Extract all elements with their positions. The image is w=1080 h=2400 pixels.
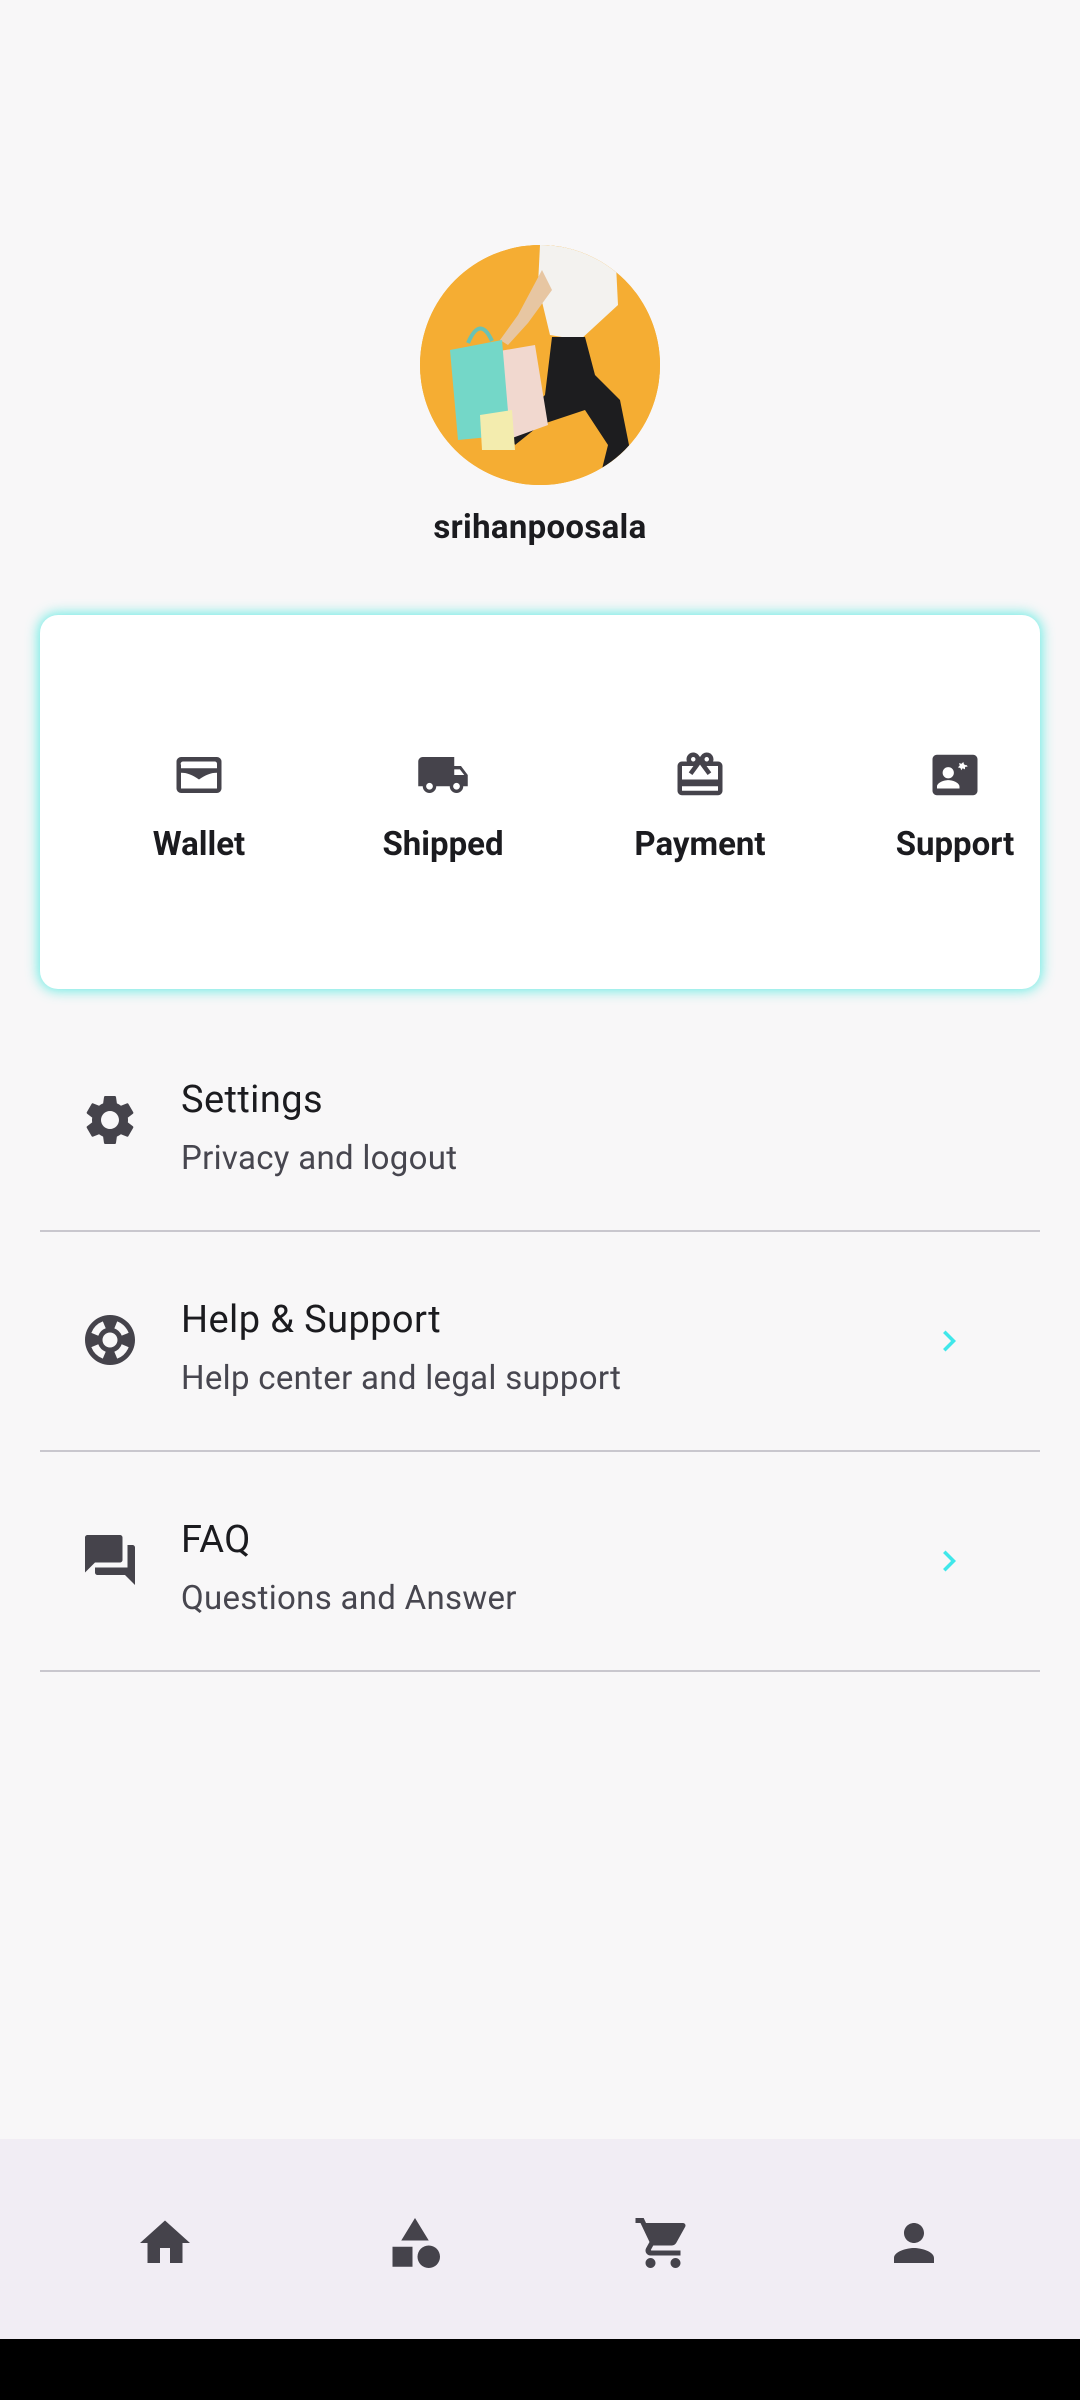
payment-action[interactable]: Payment [585,745,815,864]
menu-subtitle: Help center and legal support [181,1359,622,1398]
nav-home[interactable] [135,2213,195,2273]
support-action[interactable]: Support [840,745,1070,864]
menu-item-help-support[interactable]: Help & Support Help center and legal sup… [40,1232,1040,1452]
nav-cart[interactable] [633,2213,693,2273]
menu-item-settings[interactable]: Settings Privacy and logout [40,1012,1040,1232]
shopper-photo [420,245,660,485]
system-navigation-bar [0,2339,1080,2400]
menu-title: Help & Support [181,1298,442,1342]
avatar[interactable] [420,245,660,485]
forum-icon [80,1530,140,1590]
payment-label: Payment [634,825,766,864]
nav-profile[interactable] [884,2213,944,2273]
profile-screen: srihanpoosala Wallet Shipped Payment Sup… [0,0,1080,2400]
truck-icon [328,745,558,805]
menu-title: Settings [181,1078,323,1122]
cart-icon [635,2218,686,2268]
nav-categories[interactable] [385,2213,445,2273]
shipped-action[interactable]: Shipped [328,745,558,864]
home-icon [140,2220,190,2263]
bottom-navigation [0,2139,1080,2339]
quick-actions-card: Wallet Shipped Payment Support [40,615,1040,989]
contact-card-icon [840,745,1070,805]
support-label: Support [895,825,1015,864]
menu-title: FAQ [181,1518,251,1562]
gift-card-icon [585,745,815,805]
shipped-label: Shipped [382,825,504,864]
menu-subtitle: Privacy and logout [181,1139,458,1178]
username: srihanpoosala [433,508,647,547]
gear-icon [80,1090,140,1150]
chevron-right-icon [928,1320,970,1362]
wallet-icon [84,745,314,805]
wallet-label: Wallet [152,825,246,864]
menu-item-faq[interactable]: FAQ Questions and Answer [40,1452,1040,1672]
wallet-action[interactable]: Wallet [84,745,314,864]
lifebuoy-icon [80,1310,140,1370]
person-icon [894,2223,934,2263]
menu-subtitle: Questions and Answer [181,1579,517,1618]
categories-icon [392,2218,440,2268]
chevron-right-icon [928,1540,970,1582]
